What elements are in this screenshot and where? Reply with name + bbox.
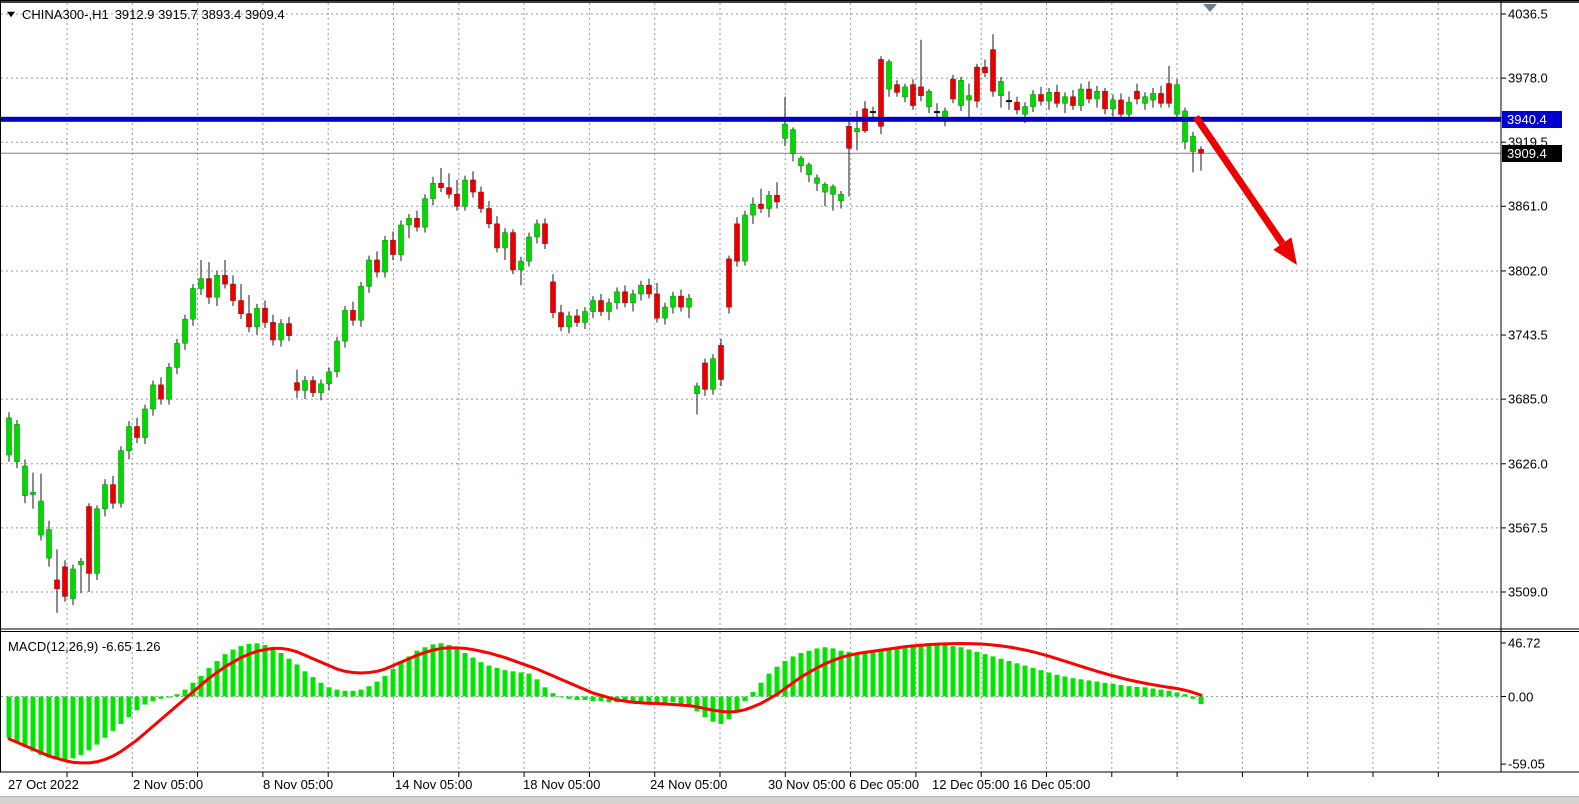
last-price-badge: 3909.4 [1502, 145, 1562, 162]
price-axis-label: 3626.0 [1508, 456, 1548, 471]
time-axis-label: 12 Dec 05:00 [932, 777, 1009, 792]
resistance-price-badge: 3940.4 [1502, 111, 1562, 128]
time-axis-label: 30 Nov 05:00 [768, 777, 845, 792]
time-axis-label: 6 Dec 05:00 [849, 777, 919, 792]
macd-axis-label: 0.00 [1508, 689, 1533, 704]
time-axis-label: 8 Nov 05:00 [263, 777, 333, 792]
price-axis-label: 3685.0 [1508, 392, 1548, 407]
price-axis-label: 3861.0 [1508, 199, 1548, 214]
macd-axis-label: -59.05 [1508, 757, 1545, 772]
chart-area[interactable] [0, 1, 1579, 804]
time-axis-label: 18 Nov 05:00 [523, 777, 600, 792]
price-axis-label: 3743.5 [1508, 328, 1548, 343]
time-axis-label: 14 Nov 05:00 [395, 777, 472, 792]
price-axis-label: 3802.0 [1508, 263, 1548, 278]
time-axis-label: 24 Nov 05:00 [650, 777, 727, 792]
time-axis-label: 16 Dec 05:00 [1013, 777, 1090, 792]
price-axis-label: 3567.5 [1508, 520, 1548, 535]
price-axis-label: 3978.0 [1508, 71, 1548, 86]
time-axis-label: 27 Oct 2022 [8, 777, 79, 792]
time-axis-label: 2 Nov 05:00 [133, 777, 203, 792]
price-axis-label: 4036.5 [1508, 7, 1548, 22]
chart-title: CHINA300-,H1 3912.9 3915.7 3893.4 3909.4 [6, 7, 285, 22]
ohlc-values: 3912.9 3915.7 3893.4 3909.4 [115, 7, 285, 22]
symbol-timeframe-label: CHINA300-,H1 [22, 7, 109, 22]
mt4-chart-window: CHINA300-,H1 3912.9 3915.7 3893.4 3909.4… [0, 0, 1579, 804]
symbol-dropdown-icon[interactable] [7, 12, 15, 18]
macd-axis-label: 46.72 [1508, 636, 1541, 651]
price-axis-label: 3509.0 [1508, 584, 1548, 599]
indicator-label: MACD(12,26,9) -6.65 1.26 [8, 639, 160, 654]
